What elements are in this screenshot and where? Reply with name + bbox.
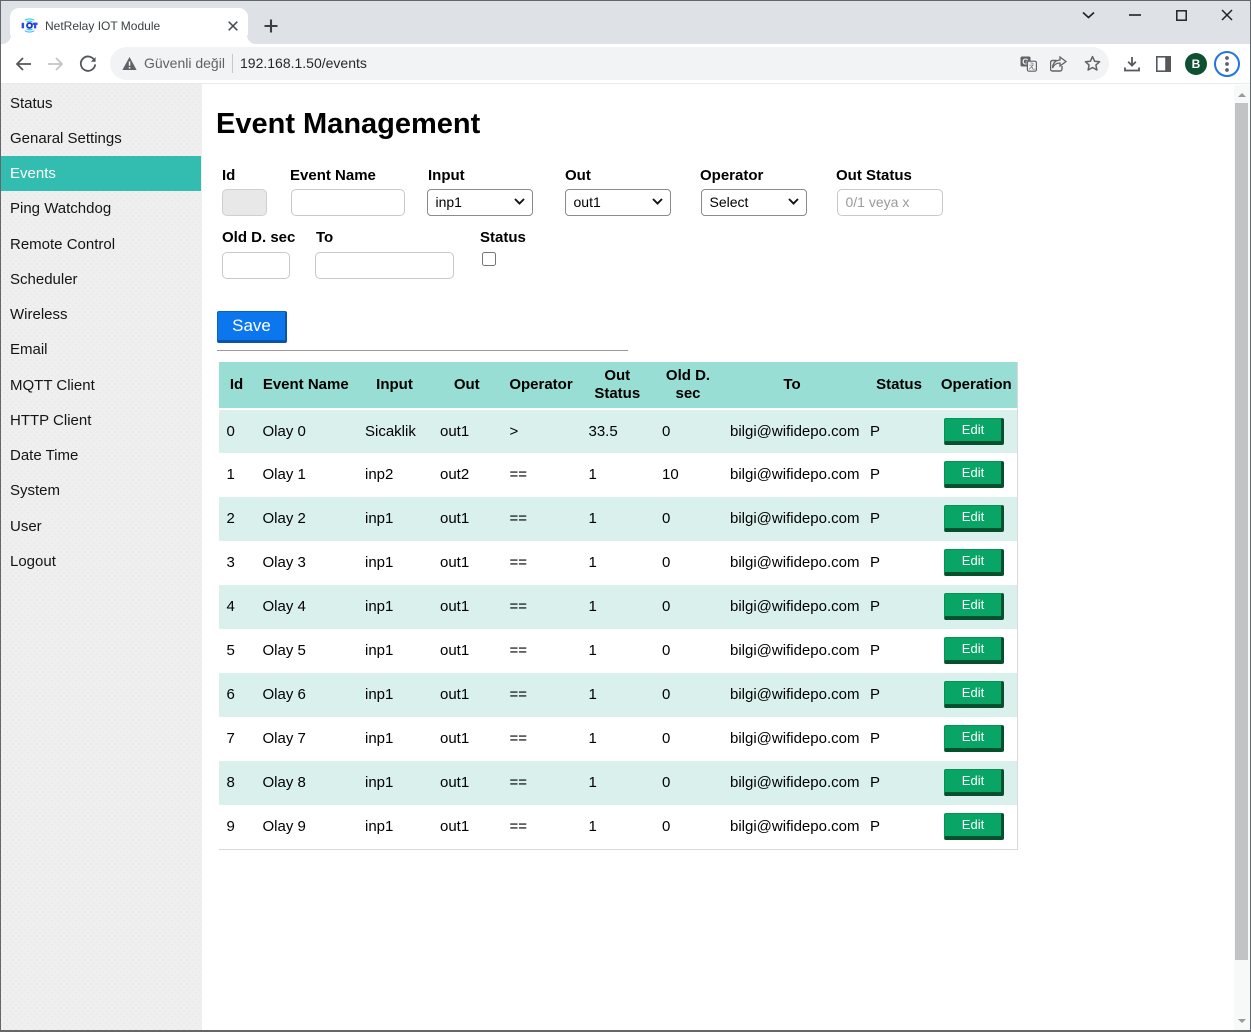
svg-text:え: え (1028, 62, 1036, 71)
